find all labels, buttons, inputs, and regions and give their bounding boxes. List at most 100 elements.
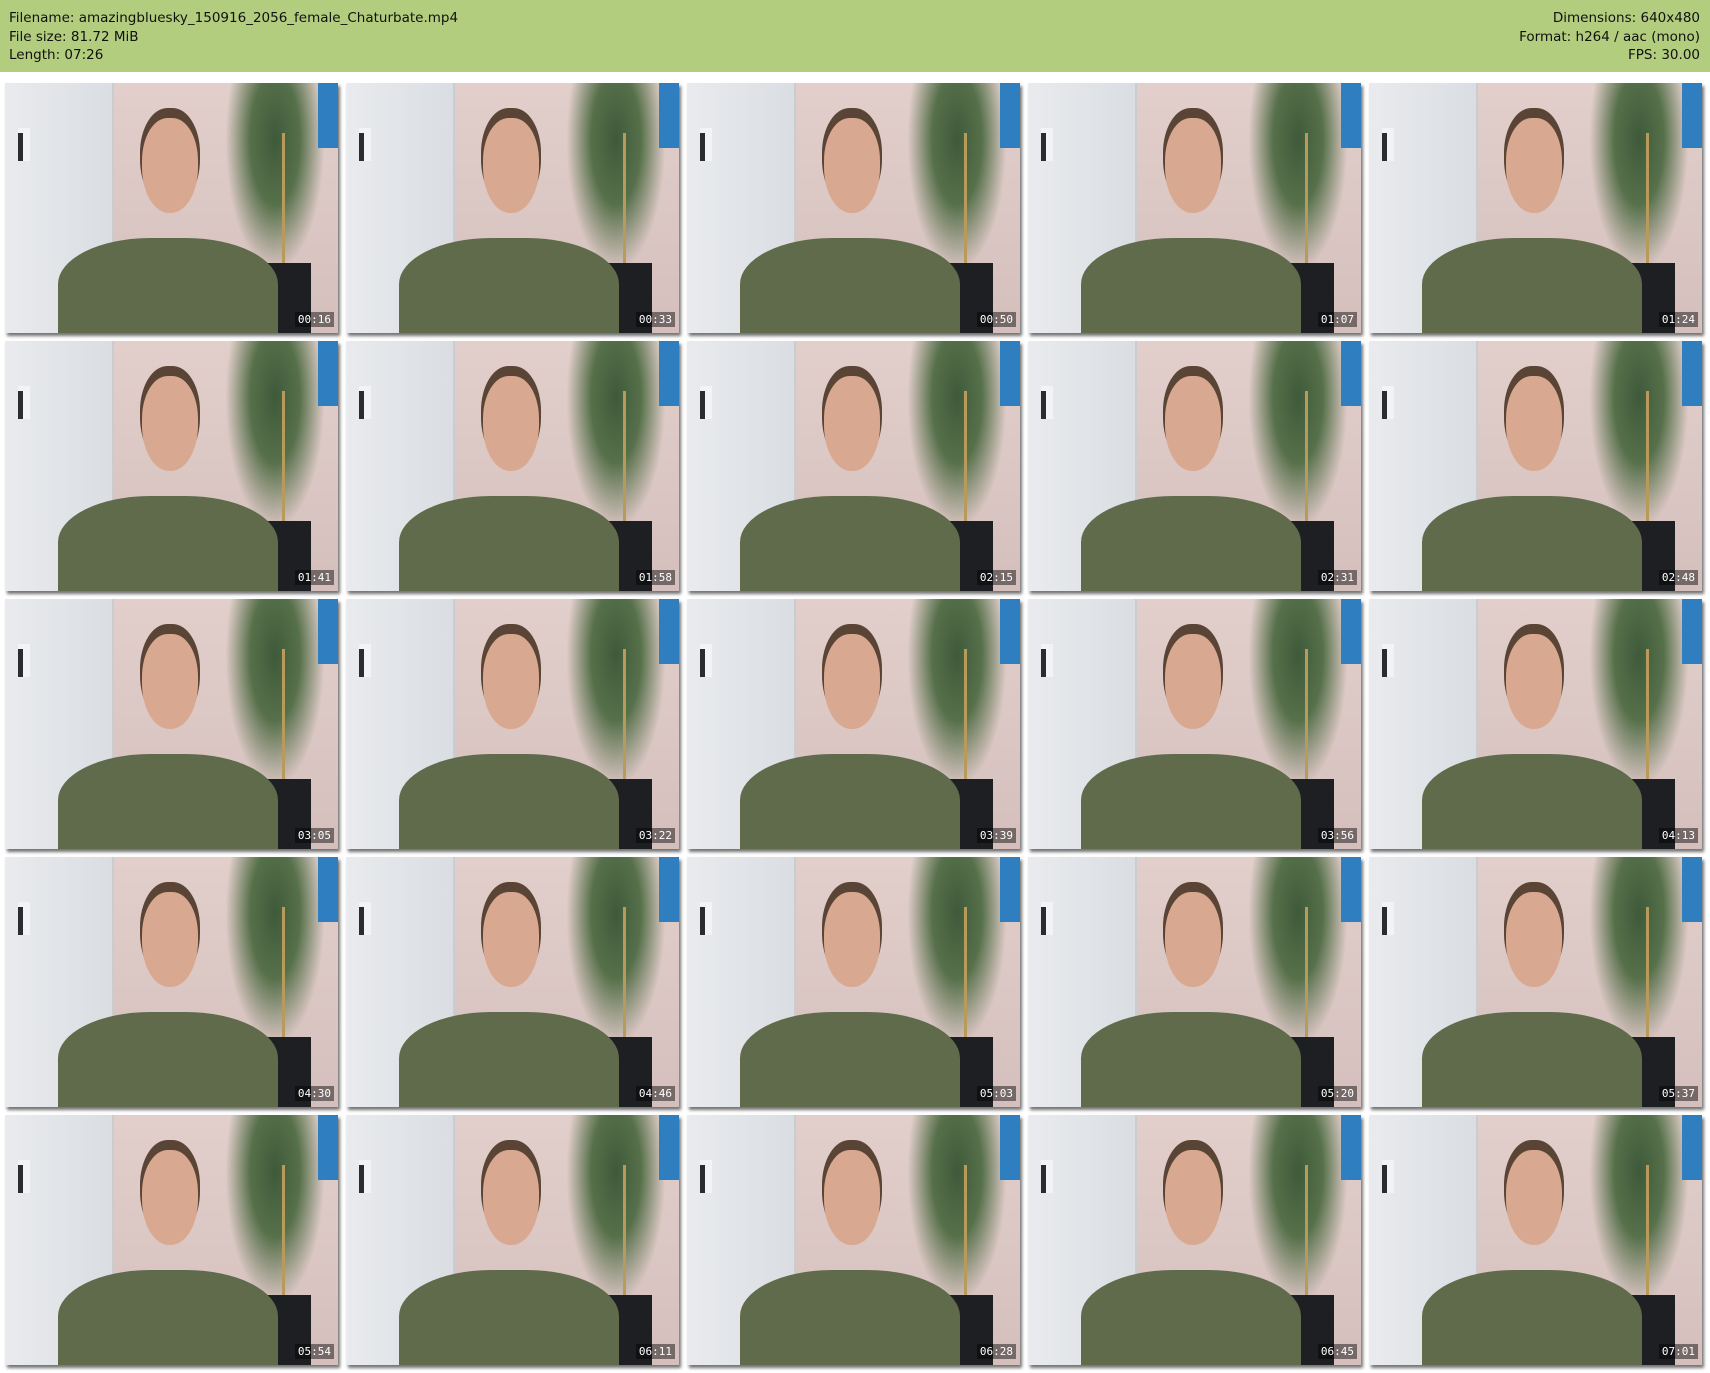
plant — [906, 599, 1007, 787]
timestamp: 05:03 — [976, 1086, 1016, 1101]
person — [740, 1012, 961, 1107]
thumbnail: 00:50 — [687, 83, 1020, 333]
person — [740, 496, 961, 591]
person — [58, 496, 279, 591]
thumbnail: 03:56 — [1028, 599, 1361, 849]
plant — [565, 599, 666, 787]
plant — [1588, 341, 1689, 529]
timestamp: 05:37 — [1658, 1086, 1698, 1101]
timestamp: 01:41 — [294, 570, 334, 585]
thumbnail: 03:39 — [687, 599, 1020, 849]
timestamp: 05:54 — [294, 1344, 334, 1359]
plant — [224, 83, 325, 271]
timestamp: 06:11 — [635, 1344, 675, 1359]
thumbnail-grid: 00:16 00:33 00:50 01:07 01:24 01:41 01:58 02:15… — [5, 83, 1702, 1365]
person — [58, 238, 279, 333]
timestamp: 03:56 — [1317, 828, 1357, 843]
plant — [906, 1115, 1007, 1303]
dimensions: Dimensions: 640x480 — [1552, 10, 1700, 26]
timestamp: 02:48 — [1658, 570, 1698, 585]
file-info-left: Filename: amazingbluesky_150916_2056_fem… — [9, 9, 458, 65]
person — [1081, 754, 1302, 849]
timestamp: 06:45 — [1317, 1344, 1357, 1359]
format: Format: h264 / aac (mono) — [1519, 28, 1700, 45]
thumbnail: 04:13 — [1369, 599, 1702, 849]
file-info-right: Dimensions: 640x480 Format: h264 / aac (… — [1519, 9, 1700, 65]
plant — [565, 83, 666, 271]
plant — [906, 83, 1007, 271]
timestamp: 06:28 — [976, 1344, 1016, 1359]
timestamp: 02:15 — [976, 570, 1016, 585]
filename: Filename: amazingbluesky_150916_2056_fem… — [9, 10, 459, 26]
thumbnail: 00:16 — [5, 83, 338, 333]
timestamp: 07:01 — [1658, 1344, 1698, 1359]
timestamp: 05:20 — [1317, 1086, 1357, 1101]
plant — [224, 1115, 325, 1303]
plant — [1588, 599, 1689, 787]
thumbnail: 01:58 — [346, 341, 679, 591]
person — [740, 238, 961, 333]
timestamp: 03:05 — [294, 828, 334, 843]
plant — [1247, 1115, 1348, 1303]
thumbnail: 05:37 — [1369, 857, 1702, 1107]
thumbnail: 03:05 — [5, 599, 338, 849]
thumbnail: 04:30 — [5, 857, 338, 1107]
plant — [1247, 83, 1348, 271]
person — [1081, 1270, 1302, 1365]
thumbnail: 02:31 — [1028, 341, 1361, 591]
person — [399, 238, 620, 333]
plant — [224, 341, 325, 529]
timestamp: 03:39 — [976, 828, 1016, 843]
person — [1422, 496, 1643, 591]
plant — [1588, 83, 1689, 271]
thumbnail: 02:48 — [1369, 341, 1702, 591]
person — [399, 1270, 620, 1365]
file-size: File size: 81.72 MiB — [9, 28, 139, 45]
plant — [565, 1115, 666, 1303]
thumbnail: 05:03 — [687, 857, 1020, 1107]
timestamp: 01:58 — [635, 570, 675, 585]
plant — [1588, 1115, 1689, 1303]
timestamp: 02:31 — [1317, 570, 1357, 585]
person — [1422, 238, 1643, 333]
plant — [1247, 857, 1348, 1045]
plant — [565, 341, 666, 529]
thumbnail: 06:11 — [346, 1115, 679, 1365]
timestamp: 00:33 — [635, 312, 675, 327]
thumbnail: 00:33 — [346, 83, 679, 333]
timestamp: 01:24 — [1658, 312, 1698, 327]
plant — [565, 857, 666, 1045]
plant — [1588, 857, 1689, 1045]
person — [58, 1270, 279, 1365]
thumbnail: 04:46 — [346, 857, 679, 1107]
person — [399, 754, 620, 849]
thumbnail: 06:28 — [687, 1115, 1020, 1365]
timestamp: 04:13 — [1658, 828, 1698, 843]
person — [1081, 238, 1302, 333]
timestamp: 04:46 — [635, 1086, 675, 1101]
person — [58, 754, 279, 849]
timestamp: 00:16 — [294, 312, 334, 327]
thumbnail: 01:24 — [1369, 83, 1702, 333]
length: Length: 07:26 — [9, 47, 104, 63]
plant — [906, 857, 1007, 1045]
timestamp: 00:50 — [976, 312, 1016, 327]
plant — [906, 341, 1007, 529]
person — [1081, 1012, 1302, 1107]
thumbnail: 02:15 — [687, 341, 1020, 591]
thumbnail: 07:01 — [1369, 1115, 1702, 1365]
thumbnail: 06:45 — [1028, 1115, 1361, 1365]
person — [399, 496, 620, 591]
person — [740, 754, 961, 849]
thumbnail: 05:20 — [1028, 857, 1361, 1107]
timestamp: 03:22 — [635, 828, 675, 843]
thumbnail: 05:54 — [5, 1115, 338, 1365]
thumbnail: 01:07 — [1028, 83, 1361, 333]
thumbnail: 03:22 — [346, 599, 679, 849]
person — [399, 1012, 620, 1107]
person — [740, 1270, 961, 1365]
person — [1081, 496, 1302, 591]
info-header: Filename: amazingbluesky_150916_2056_fem… — [0, 0, 1710, 72]
plant — [224, 857, 325, 1045]
person — [1422, 754, 1643, 849]
